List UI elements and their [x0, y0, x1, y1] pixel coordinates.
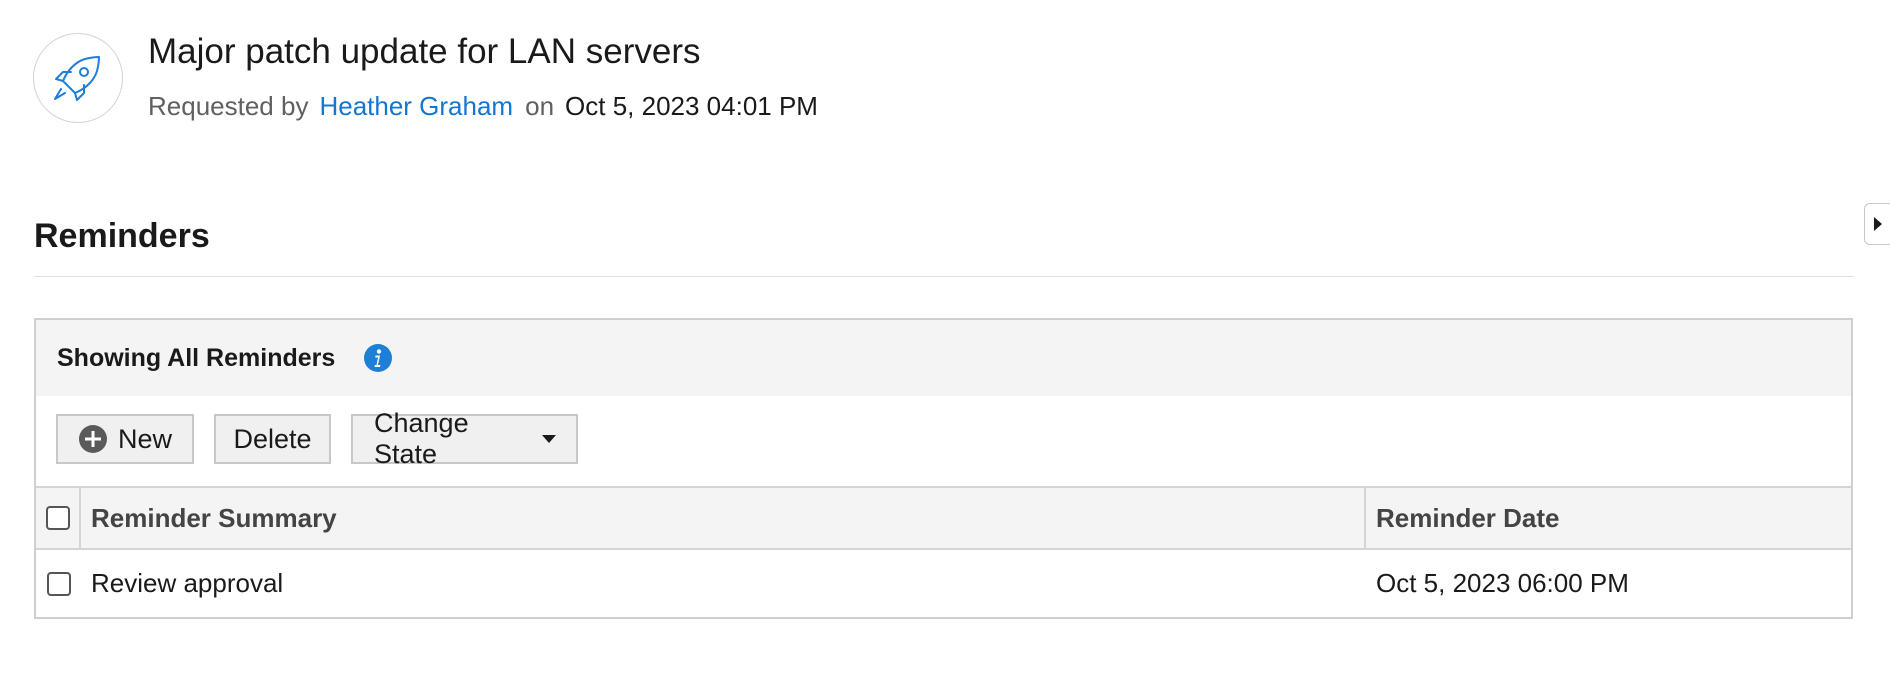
reminders-panel: Showing All Reminders New Delete Change …	[34, 318, 1853, 619]
request-title: Major patch update for LAN servers	[148, 32, 701, 71]
change-state-label: Change State	[374, 408, 469, 469]
column-header-date[interactable]: Reminder Date	[1366, 488, 1851, 548]
side-panel-toggle[interactable]	[1864, 203, 1890, 245]
delete-button[interactable]: Delete	[214, 414, 331, 464]
row-checkbox-cell	[36, 550, 81, 617]
chevron-down-icon	[542, 435, 556, 443]
created-date: Oct 5, 2023 04:01 PM	[565, 91, 818, 121]
info-icon[interactable]	[363, 343, 393, 373]
reminder-date: Oct 5, 2023 06:00 PM	[1376, 568, 1629, 598]
requester-link[interactable]: Heather Graham	[319, 88, 513, 124]
panel-heading: Showing All Reminders	[57, 343, 336, 372]
panel-header: Showing All Reminders	[36, 320, 1851, 396]
caret-right-icon	[1873, 217, 1882, 231]
on-label: on	[525, 91, 555, 121]
section-title: Reminders	[34, 217, 210, 255]
header-checkbox-cell	[36, 488, 81, 548]
reminders-table: Reminder Summary Reminder Date Review ap…	[36, 486, 1851, 617]
column-header-summary[interactable]: Reminder Summary	[81, 488, 1366, 548]
delete-button-label: Delete	[233, 423, 312, 454]
add-circle-icon	[78, 424, 108, 454]
new-button-label: New	[118, 423, 173, 454]
toolbar: New Delete Change State	[56, 408, 578, 469]
table-header: Reminder Summary Reminder Date	[36, 486, 1851, 550]
change-state-dropdown[interactable]: Change State	[351, 408, 578, 469]
new-button[interactable]: New	[56, 414, 194, 464]
page: Major patch update for LAN servers Reque…	[0, 0, 1890, 698]
section-divider	[34, 276, 1854, 277]
rocket-icon	[54, 56, 100, 101]
requested-by-label: Requested by	[148, 91, 309, 121]
row-checkbox[interactable]	[46, 571, 71, 596]
table-row[interactable]: Review approval Oct 5, 2023 06:00 PM	[36, 550, 1851, 617]
reminder-summary: Review approval	[91, 568, 284, 598]
request-meta: Requested by Heather Graham on Oct 5, 20…	[148, 88, 818, 124]
request-avatar	[33, 33, 123, 123]
select-all-checkbox[interactable]	[45, 506, 70, 530]
